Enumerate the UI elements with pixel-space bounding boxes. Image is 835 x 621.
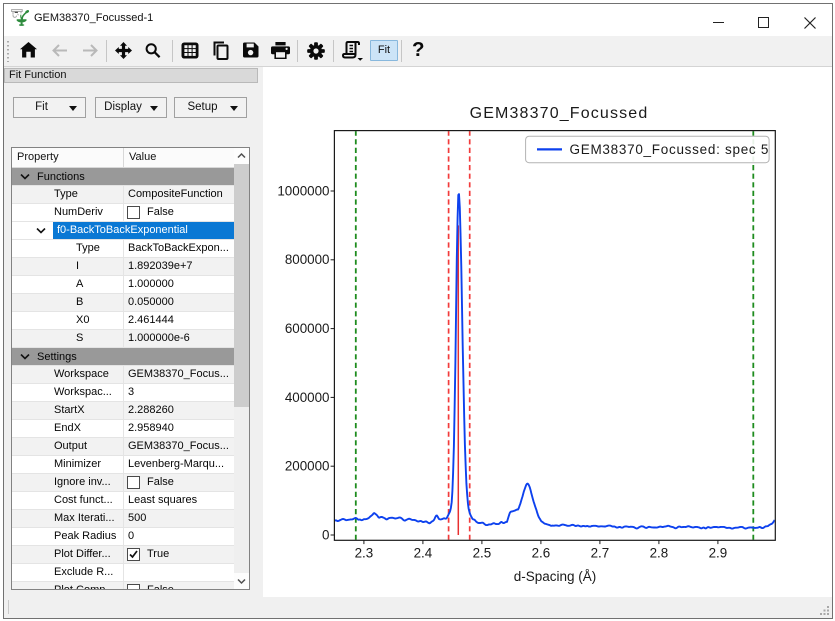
svg-text:1000000: 1000000 <box>277 183 329 198</box>
svg-text:2.3: 2.3 <box>355 546 374 561</box>
svg-text:2.7: 2.7 <box>591 546 610 561</box>
svg-text:400000: 400000 <box>285 390 330 405</box>
svg-text:GEM38370_Focussed: spec 5: GEM38370_Focussed: spec 5 <box>570 142 770 157</box>
svg-text:2.4: 2.4 <box>414 546 433 561</box>
svg-text:600000: 600000 <box>285 321 330 336</box>
svg-text:GEM38370_Focussed: GEM38370_Focussed <box>470 105 649 122</box>
svg-text:2.9: 2.9 <box>709 546 728 561</box>
svg-text:2.5: 2.5 <box>473 546 492 561</box>
svg-text:2.8: 2.8 <box>650 546 669 561</box>
svg-text:800000: 800000 <box>285 252 330 267</box>
svg-text:2.6: 2.6 <box>532 546 551 561</box>
svg-text:d-Spacing (Å): d-Spacing (Å) <box>514 569 597 584</box>
svg-text:200000: 200000 <box>285 459 330 474</box>
svg-text:0: 0 <box>322 527 329 542</box>
